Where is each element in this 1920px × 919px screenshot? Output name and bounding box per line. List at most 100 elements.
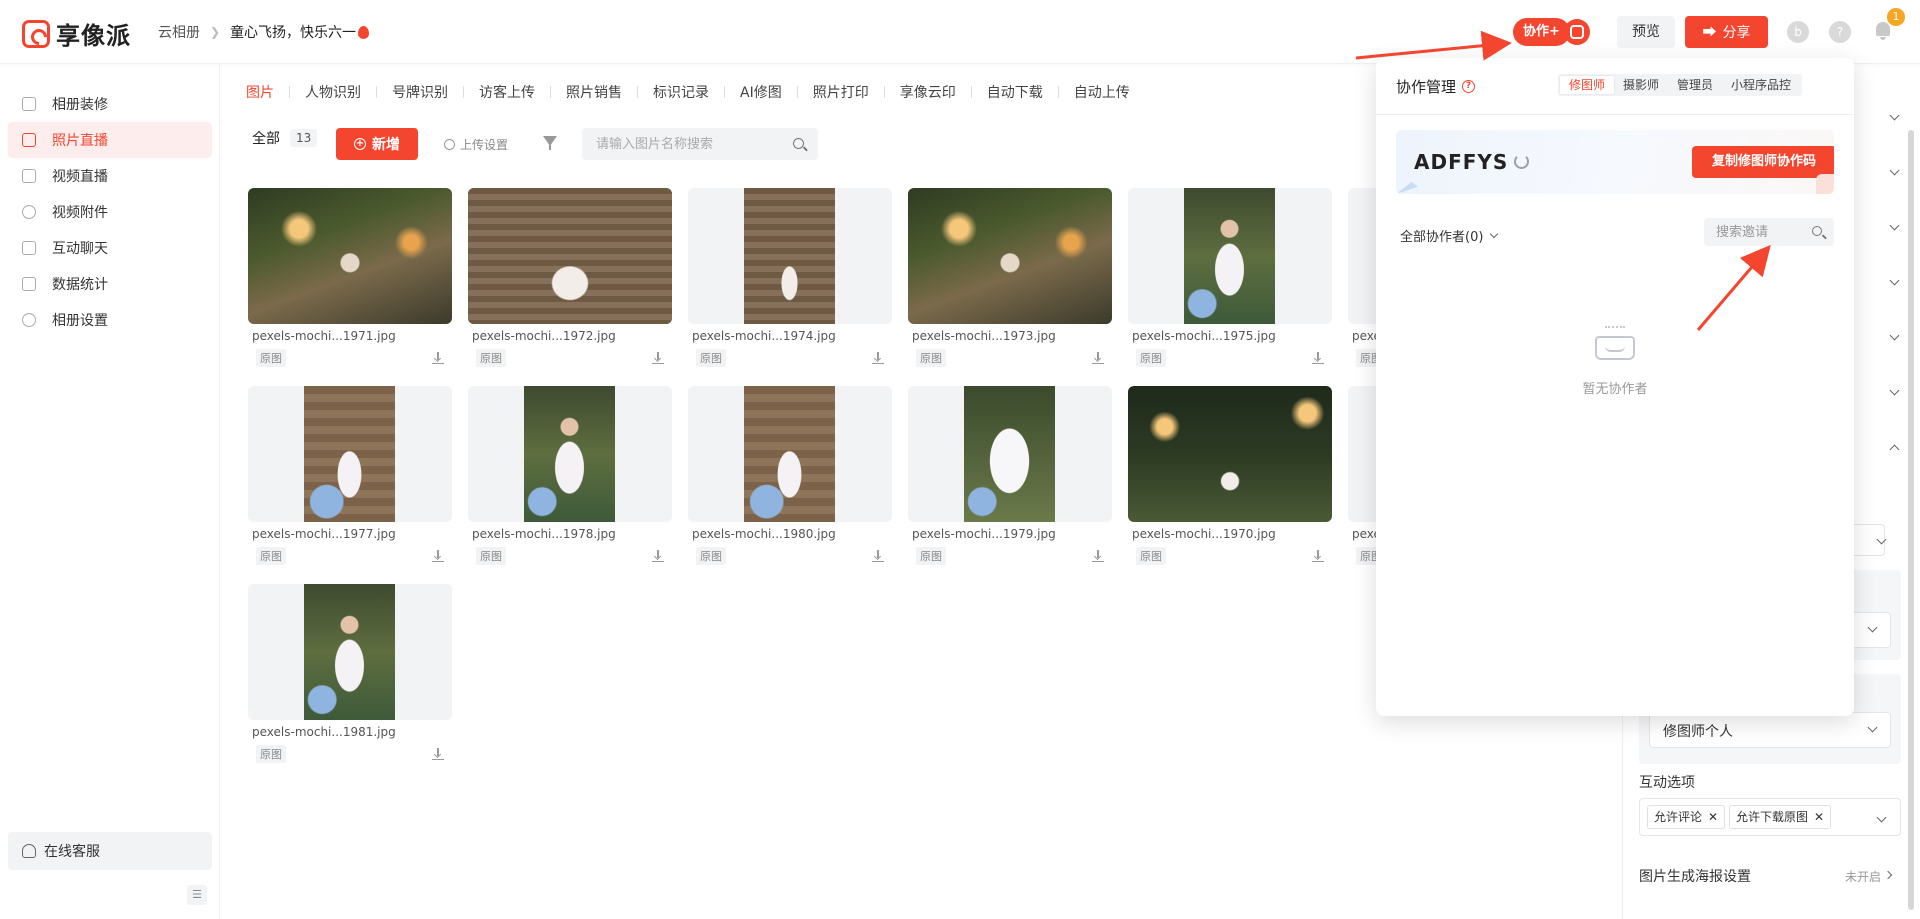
photo-thumbnail[interactable] — [468, 188, 672, 324]
photo-thumbnail[interactable] — [908, 188, 1112, 324]
tab-visitor-upload[interactable]: 访客上传 — [479, 82, 535, 102]
share-button[interactable]: ⮕ 分享 — [1685, 16, 1768, 48]
download-icon[interactable] — [432, 748, 444, 760]
chevron-down-icon[interactable] — [1889, 110, 1900, 121]
app-logo[interactable]: 享像派 — [22, 16, 131, 51]
download-icon[interactable] — [652, 550, 664, 562]
chevron-up-icon[interactable] — [1889, 444, 1900, 455]
collab-plus-button[interactable]: 协作+ — [1513, 18, 1570, 46]
help-icon[interactable]: ? — [1829, 21, 1851, 43]
photo-filename: pexels-mochi...1972.jpg — [472, 329, 616, 343]
download-icon[interactable] — [872, 550, 884, 562]
photo-thumbnail[interactable] — [1128, 386, 1332, 522]
photo-card[interactable]: pexels-mochi...1981.jpg 原图 — [248, 584, 452, 763]
photo-thumbnail[interactable] — [468, 386, 672, 522]
sidebar-item-video-attachment[interactable]: 视频附件 — [8, 194, 212, 230]
photo-card[interactable]: pexels-mochi...1977.jpg 原图 — [248, 386, 452, 565]
download-icon[interactable] — [872, 352, 884, 364]
tab-bib-recognition[interactable]: 号牌识别 — [392, 82, 448, 102]
photo-card[interactable]: pexels-mochi...1975.jpg 原图 — [1128, 188, 1332, 367]
tab-auto-upload[interactable]: 自动上传 — [1074, 82, 1130, 102]
photo-thumbnail[interactable] — [248, 386, 452, 522]
photo-thumbnail[interactable] — [1348, 386, 1376, 522]
download-icon[interactable] — [1092, 352, 1104, 364]
preview-button[interactable]: 预览 — [1617, 16, 1675, 48]
tab-auto-download[interactable]: 自动下载 — [987, 82, 1043, 102]
download-icon[interactable] — [432, 352, 444, 364]
photo-search-input[interactable] — [596, 128, 786, 160]
all-collaborators-dropdown[interactable]: 全部协作者(0) — [1400, 226, 1499, 245]
photo-card[interactable]: pexels-mochi...1974.jpg 原图 — [688, 188, 892, 367]
tab-admin[interactable]: 管理员 — [1668, 76, 1722, 94]
copy-code-button[interactable]: 复制修图师协作码 — [1692, 146, 1834, 178]
photo-thumbnail[interactable] — [688, 386, 892, 522]
chip-allow-download[interactable]: 允许下载原图 ✕ — [1729, 805, 1832, 829]
chevron-down-icon[interactable] — [1889, 165, 1900, 176]
sidebar-item-decoration[interactable]: 相册装修 — [8, 86, 212, 122]
sidebar-item-video-live[interactable]: 视频直播 — [8, 158, 212, 194]
all-filter-label[interactable]: 全部 — [252, 128, 280, 148]
breadcrumb-root[interactable]: 云相册 — [158, 22, 200, 42]
photo-card[interactable]: pexels-mochi...1970.jpg 原图 — [1128, 386, 1332, 565]
tab-photo-print[interactable]: 照片打印 — [813, 82, 869, 102]
help-icon[interactable]: ? — [1462, 80, 1476, 93]
photo-card[interactable]: pexels-mochi...1978.jpg 原图 — [468, 386, 672, 565]
tab-photographer[interactable]: 摄影师 — [1614, 76, 1668, 94]
filter-icon[interactable] — [543, 136, 557, 150]
photo-card[interactable]: pexels-mochi...1972.jpg 原图 — [468, 188, 672, 367]
tab-photo-sales[interactable]: 照片销售 — [566, 82, 622, 102]
tab-ai-retouch[interactable]: AI修图 — [740, 82, 782, 102]
download-icon[interactable] — [1312, 352, 1324, 364]
chevron-down-icon[interactable] — [1889, 275, 1900, 286]
search-icon[interactable] — [793, 138, 804, 149]
scrollbar[interactable] — [1908, 130, 1914, 910]
photo-thumbnail[interactable] — [248, 584, 452, 720]
online-service-button[interactable]: 在线客服 — [8, 832, 212, 870]
close-icon[interactable]: ✕ — [1708, 810, 1718, 824]
photo-card[interactable]: pexels-mochi...1979.jpg 原图 — [908, 386, 1112, 565]
download-icon[interactable] — [1312, 550, 1324, 562]
chevron-down-icon[interactable] — [1889, 330, 1900, 341]
interaction-options-label: 互动选项 — [1639, 775, 1695, 791]
tab-mini-program-qc[interactable]: 小程序品控 — [1722, 76, 1800, 94]
download-icon[interactable] — [652, 352, 664, 364]
photo-thumbnail[interactable] — [248, 188, 452, 324]
search-icon[interactable] — [1812, 226, 1822, 236]
collab-logo-icon[interactable] — [1564, 19, 1590, 45]
tab-mark-records[interactable]: 标识记录 — [653, 82, 709, 102]
photo-card[interactable]: pexe 原图 — [1348, 188, 1376, 367]
tab-retoucher[interactable]: 修图师 — [1560, 76, 1615, 94]
share-icon: ⮕ — [1702, 25, 1717, 41]
chevron-down-icon[interactable] — [1889, 385, 1900, 396]
photo-thumbnail[interactable] — [1348, 188, 1376, 324]
add-button[interactable]: + 新增 — [336, 128, 418, 160]
tab-cloud-print[interactable]: 享像云印 — [900, 82, 956, 102]
download-icon[interactable] — [432, 550, 444, 562]
user-avatar-icon[interactable]: b — [1787, 21, 1809, 43]
photo-thumbnail[interactable] — [688, 188, 892, 324]
close-icon[interactable]: ✕ — [1814, 810, 1824, 824]
sidebar-item-photo-live[interactable]: 照片直播 — [8, 122, 212, 158]
balloon-icon — [358, 25, 370, 39]
sidebar-item-chat[interactable]: 互动聊天 — [8, 230, 212, 266]
download-icon[interactable] — [1092, 550, 1104, 562]
sidebar-item-statistics[interactable]: 数据统计 — [8, 266, 212, 302]
tab-face-recognition[interactable]: 人物识别 — [305, 82, 361, 102]
chevron-down-icon[interactable] — [1889, 220, 1900, 231]
collapse-sidebar-icon[interactable]: ☰ — [187, 885, 207, 905]
photo-thumbnail[interactable] — [908, 386, 1112, 522]
poster-settings-label[interactable]: 图片生成海报设置 — [1639, 866, 1751, 886]
refresh-icon[interactable] — [1514, 154, 1529, 169]
upload-settings-button[interactable]: 上传设置 — [444, 136, 508, 153]
chevron-right-icon[interactable] — [1883, 870, 1893, 880]
chip-allow-comments[interactable]: 允许评论 ✕ — [1647, 805, 1726, 829]
sidebar-item-settings[interactable]: 相册设置 — [8, 302, 212, 338]
photo-card[interactable]: pexels-mochi...1971.jpg 原图 — [248, 188, 452, 367]
photo-thumbnail[interactable] — [1128, 188, 1332, 324]
photo-card[interactable]: pexels-mochi...1980.jpg 原图 — [688, 386, 892, 565]
chevron-down-icon — [1490, 229, 1499, 239]
photo-card[interactable]: pexels-mochi...1973.jpg 原图 — [908, 188, 1112, 367]
invite-search-input[interactable] — [1716, 218, 1806, 246]
photo-card[interactable]: pexe 原图 — [1348, 386, 1376, 565]
tab-photos[interactable]: 图片 — [246, 82, 274, 102]
